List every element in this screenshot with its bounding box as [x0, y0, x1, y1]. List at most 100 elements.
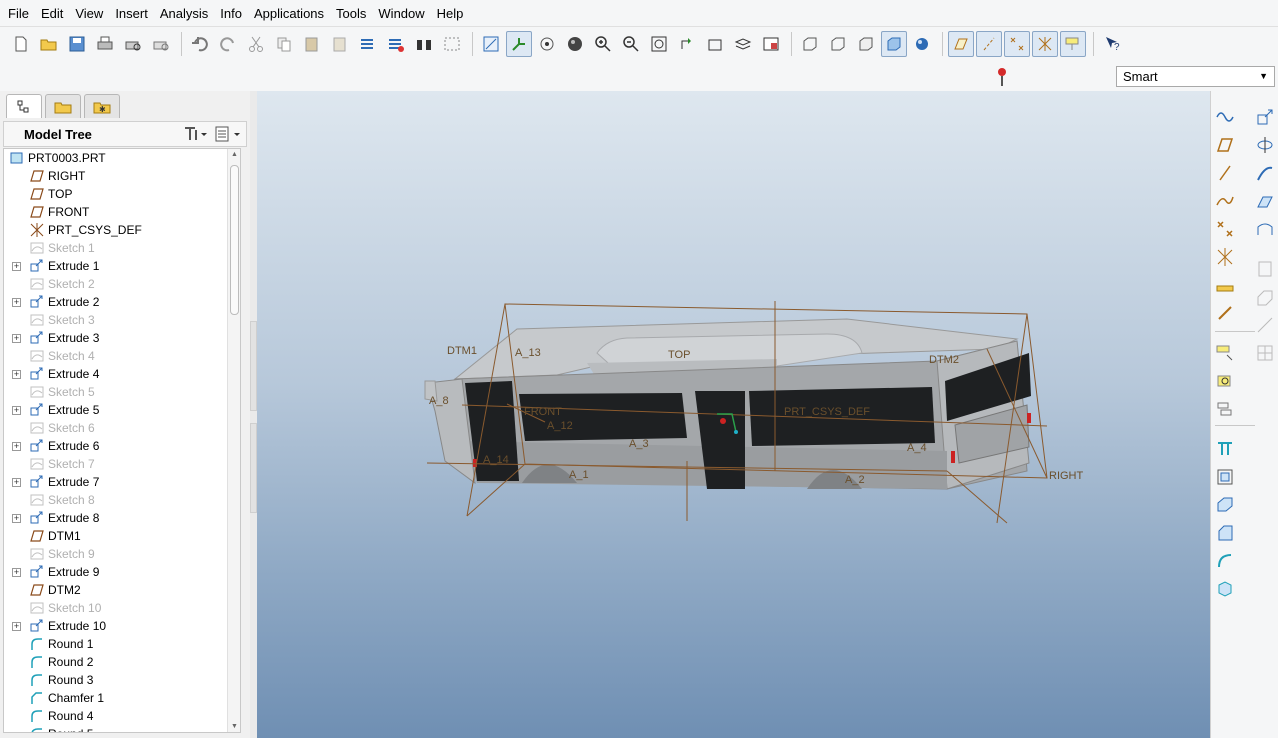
menu-help[interactable]: Help [431, 0, 470, 27]
revolve-tool-button[interactable] [1253, 133, 1277, 157]
spin-center-button[interactable] [506, 31, 532, 57]
expand-icon[interactable]: + [12, 298, 21, 307]
splitter-grip[interactable] [250, 321, 257, 411]
new-file-button[interactable] [8, 31, 34, 57]
plane-display-button[interactable] [948, 31, 974, 57]
copy-button[interactable] [271, 31, 297, 57]
saved-views-button[interactable] [702, 31, 728, 57]
csys-tool-button[interactable] [1213, 245, 1237, 269]
paste-button[interactable] [299, 31, 325, 57]
tab-folder-browser[interactable] [45, 94, 81, 118]
ref-tool-button[interactable] [1213, 301, 1237, 325]
enhanced-realism-button[interactable] [909, 31, 935, 57]
expand-icon[interactable]: + [12, 442, 21, 451]
expand-icon[interactable]: + [12, 334, 21, 343]
regen-manager-button[interactable] [383, 31, 409, 57]
tree-item[interactable]: + Extrude 10 [4, 617, 240, 635]
tree-item[interactable]: Round 3 [4, 671, 240, 689]
tab-favorites[interactable]: ✱ [84, 94, 120, 118]
tree-item[interactable]: RIGHT [4, 167, 240, 185]
point-display-button[interactable] [1004, 31, 1030, 57]
menu-file[interactable]: File [2, 0, 35, 27]
tree-item[interactable]: Chamfer 1 [4, 689, 240, 707]
chamfer-tool-button[interactable] [1213, 521, 1237, 545]
zoom-out-button[interactable] [618, 31, 644, 57]
cut-button[interactable] [243, 31, 269, 57]
tree-item[interactable]: Sketch 7 [4, 455, 240, 473]
scroll-thumb[interactable] [230, 165, 239, 315]
rib-tool-button[interactable] [1253, 313, 1277, 337]
tree-item[interactable]: + Extrude 1 [4, 257, 240, 275]
edge-chamfer-button[interactable] [1213, 577, 1237, 601]
tree-item[interactable]: + Extrude 8 [4, 509, 240, 527]
style-tool-button[interactable] [1213, 369, 1237, 393]
print-preview-button[interactable] [120, 31, 146, 57]
selection-filter-select[interactable]: Smart ▼ [1116, 66, 1275, 87]
menu-info[interactable]: Info [214, 0, 248, 27]
tree-item[interactable]: Sketch 5 [4, 383, 240, 401]
menu-applications[interactable]: Applications [248, 0, 330, 27]
csys-display-button[interactable] [1032, 31, 1058, 57]
pattern-tool-button[interactable] [1253, 341, 1277, 365]
tree-scrollbar[interactable]: ▲ ▼ [227, 149, 240, 732]
menu-tools[interactable]: Tools [330, 0, 372, 27]
tree-item[interactable]: + Extrude 6 [4, 437, 240, 455]
redo-button[interactable] [215, 31, 241, 57]
expand-icon[interactable]: + [12, 262, 21, 271]
fillet-tool-button[interactable] [1213, 549, 1237, 573]
panel-splitter[interactable] [250, 91, 257, 738]
tree-item[interactable]: Sketch 3 [4, 311, 240, 329]
curve-tool-button[interactable] [1213, 189, 1237, 213]
shell-tool-button[interactable] [1253, 285, 1277, 309]
plane-tool-button[interactable] [1213, 133, 1237, 157]
tree-item[interactable]: + Extrude 5 [4, 401, 240, 419]
menu-window[interactable]: Window [372, 0, 430, 27]
axis-tool-button[interactable] [1213, 161, 1237, 185]
shading-button[interactable] [881, 31, 907, 57]
tree-item[interactable]: + Extrude 2 [4, 293, 240, 311]
tree-item[interactable]: + Extrude 4 [4, 365, 240, 383]
menu-insert[interactable]: Insert [109, 0, 154, 27]
tree-item[interactable]: + Extrude 7 [4, 473, 240, 491]
annotation-tool-button[interactable] [1213, 341, 1237, 365]
expand-icon[interactable]: + [12, 568, 21, 577]
context-help-button[interactable]: ? [1099, 31, 1125, 57]
no-hidden-button[interactable] [853, 31, 879, 57]
analysis-tool-button[interactable] [1213, 273, 1237, 297]
tree-item[interactable]: Round 5 [4, 725, 240, 732]
menu-view[interactable]: View [69, 0, 109, 27]
tab-model-tree[interactable] [6, 94, 42, 118]
scroll-up-icon[interactable]: ▲ [230, 151, 239, 158]
draft-tool-button[interactable] [1213, 437, 1237, 461]
refit-button[interactable] [646, 31, 672, 57]
view-manager-button[interactable] [758, 31, 784, 57]
tree-item[interactable]: Sketch 4 [4, 347, 240, 365]
reorient-button[interactable] [674, 31, 700, 57]
repaint-button[interactable] [478, 31, 504, 57]
tree-item[interactable]: Round 4 [4, 707, 240, 725]
tree-item[interactable]: Sketch 10 [4, 599, 240, 617]
tree-item[interactable]: Round 2 [4, 653, 240, 671]
point-tool-button[interactable] [1213, 217, 1237, 241]
tree-item[interactable]: FRONT [4, 203, 240, 221]
expand-icon[interactable]: + [12, 514, 21, 523]
tree-item[interactable]: + Extrude 3 [4, 329, 240, 347]
tree-item[interactable]: Round 1 [4, 635, 240, 653]
tree-item[interactable]: + Extrude 9 [4, 563, 240, 581]
appearance-button[interactable] [562, 31, 588, 57]
splitter-grip[interactable] [250, 423, 257, 513]
extrude-tool-button[interactable] [1253, 105, 1277, 129]
print-button[interactable] [92, 31, 118, 57]
tree-item[interactable]: Sketch 8 [4, 491, 240, 509]
axis-display-button[interactable] [976, 31, 1002, 57]
expand-icon[interactable]: + [12, 370, 21, 379]
undo-button[interactable] [187, 31, 213, 57]
open-button[interactable] [36, 31, 62, 57]
hole-tool-button[interactable] [1253, 257, 1277, 281]
layers-button[interactable] [730, 31, 756, 57]
offset-tool-button[interactable] [1213, 465, 1237, 489]
tree-show-icon[interactable] [214, 125, 242, 143]
layer-tool-button[interactable] [1213, 397, 1237, 421]
boundary-tool-button[interactable] [1253, 217, 1277, 241]
expand-icon[interactable]: + [12, 478, 21, 487]
